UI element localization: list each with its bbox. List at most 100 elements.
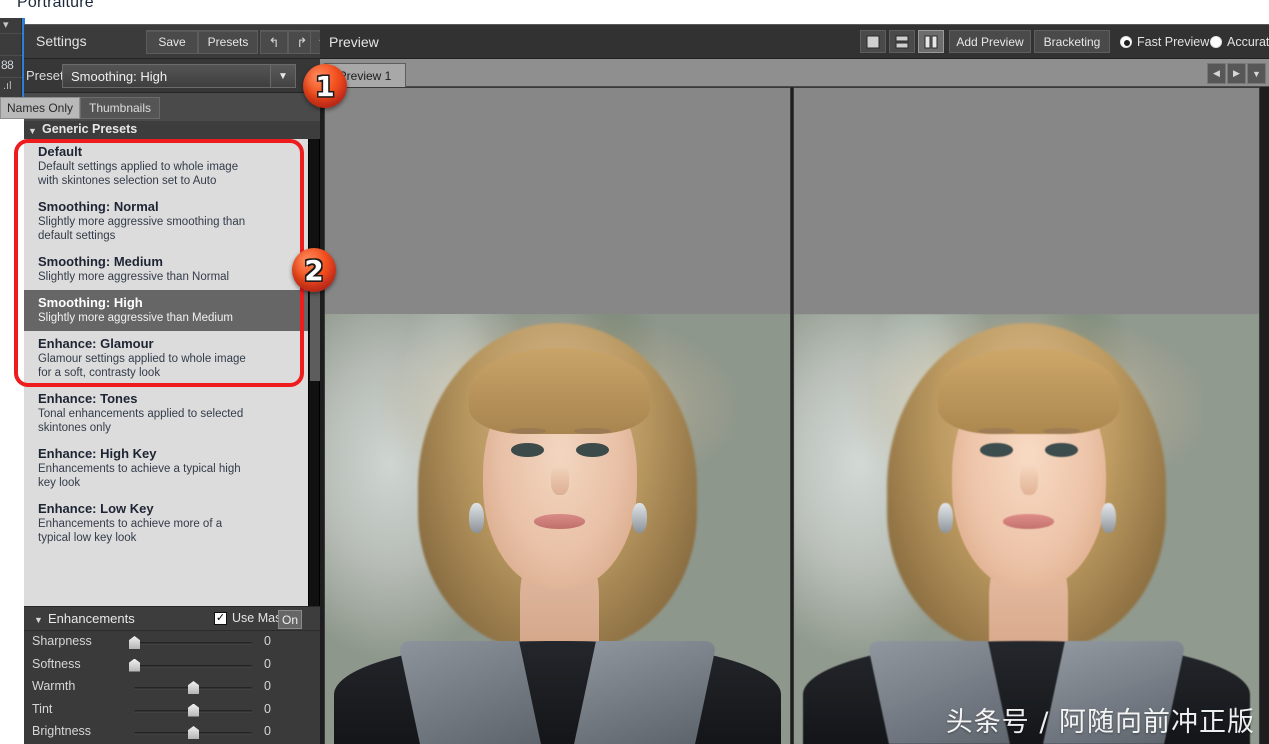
- preset-list-item[interactable]: Enhance: High Key Enhancements to achieve…: [24, 441, 308, 496]
- slider-knob[interactable]: [188, 703, 199, 717]
- view-mode-single-button[interactable]: [860, 30, 886, 53]
- settings-header: Settings Save Presets ↰ ↱: [24, 25, 320, 59]
- slider-row[interactable]: Tint 0: [24, 699, 320, 722]
- portraiture-plugin-window: Settings Save Presets ↰ ↱ ▼ Preset Smoot…: [0, 24, 1269, 744]
- slider-label: Sharpness: [32, 634, 92, 648]
- slider-label: Softness: [32, 656, 81, 671]
- triangle-down-icon: ▼: [1252, 68, 1261, 79]
- slider-label: Tint: [32, 701, 53, 716]
- preview-column: Preview Add Preview Bracketing Fast Prev…: [320, 25, 1269, 744]
- slider-row[interactable]: Brightness 0: [24, 721, 320, 744]
- view-mode-split-button[interactable]: [918, 30, 944, 53]
- portrait-photo: [325, 314, 790, 744]
- scrollbar-thumb[interactable]: [310, 287, 320, 381]
- triangle-down-icon: ▼: [28, 126, 37, 136]
- undo-button[interactable]: ↰: [260, 30, 288, 54]
- generic-presets-group-header[interactable]: ▼ Generic Presets: [24, 121, 320, 139]
- preset-name: Enhance: Low Key: [38, 501, 154, 516]
- host-app-title: Portraiture: [17, 0, 94, 11]
- preview-tab-prev-button[interactable]: ◀: [1207, 63, 1226, 84]
- host-strip-dots-icon: .ıl: [3, 80, 12, 92]
- checkmark-icon: ✓: [215, 612, 226, 624]
- enhancements-on-toggle[interactable]: On: [278, 610, 302, 629]
- fast-preview-label: Fast Preview: [1137, 35, 1210, 49]
- preset-name: Enhance: High Key: [38, 446, 157, 461]
- slider-track[interactable]: [134, 642, 252, 645]
- host-strip-number: 88: [1, 58, 14, 72]
- earring-left: [469, 503, 485, 534]
- eye-right: [576, 443, 609, 457]
- preset-list-scrollbar[interactable]: [308, 139, 320, 606]
- preset-list-item[interactable]: Smoothing: Normal Slightly more aggressiv…: [24, 194, 308, 249]
- chevron-down-icon: ▾: [3, 19, 9, 31]
- presets-button[interactable]: Presets: [198, 30, 258, 54]
- preset-list-item[interactable]: Enhance: Glamour Glamour settings applied…: [24, 331, 308, 386]
- preset-list-item[interactable]: Enhance: Low Key Enhancements to achieve …: [24, 496, 308, 551]
- hair-fringe: [469, 348, 651, 435]
- add-preview-button[interactable]: Add Preview: [949, 30, 1031, 53]
- slider-value: 0: [264, 656, 271, 671]
- slider-label: Brightness: [32, 724, 92, 738]
- slider-knob[interactable]: [129, 636, 140, 649]
- original-image: [325, 314, 790, 744]
- tab-names-only[interactable]: Names Only: [0, 97, 80, 119]
- slider-knob[interactable]: [129, 658, 140, 672]
- preset-list-item[interactable]: Enhance: Tones Tonal enhancements applied…: [24, 386, 308, 441]
- preset-list-item[interactable]: Smoothing: High Slightly more aggressive …: [24, 290, 308, 331]
- enhancements-header[interactable]: ▼ Enhancements ✓ Use Mask On: [24, 607, 320, 631]
- view-mode-stacked-button[interactable]: [889, 30, 915, 53]
- slider-row[interactable]: Sharpness 0: [24, 631, 320, 654]
- preset-dropdown-arrow-button[interactable]: ▼: [270, 64, 296, 88]
- eyebrow-left: [508, 427, 546, 434]
- accurate-option[interactable]: Accurate: [1210, 35, 1269, 49]
- use-mask-checkbox[interactable]: ✓: [214, 612, 227, 625]
- preset-name: Smoothing: High: [38, 295, 143, 310]
- slider-knob[interactable]: [188, 726, 199, 739]
- preset-name: Smoothing: Normal: [38, 199, 159, 214]
- triangle-right-icon: ▶: [1233, 68, 1240, 78]
- slider-knob[interactable]: [188, 681, 199, 694]
- preview-tab-menu-button[interactable]: ▼: [1247, 63, 1266, 84]
- preview-pane-original[interactable]: [324, 87, 791, 744]
- preview-pane-processed[interactable]: [793, 87, 1260, 744]
- eyebrow-right: [1042, 427, 1080, 434]
- eyebrow-left: [977, 427, 1015, 434]
- radio-button-icon: [1120, 36, 1132, 48]
- preset-description: Enhancements to achieve more of a typica…: [38, 518, 223, 544]
- preview-panes: 头条号 / 阿随向前冲正版: [320, 87, 1269, 744]
- eye-left: [511, 443, 544, 457]
- collar-right: [574, 640, 718, 744]
- preset-list-item[interactable]: Smoothing: Medium Slightly more aggressiv…: [24, 249, 308, 290]
- stacked-panes-icon: [895, 35, 909, 48]
- preset-dropdown[interactable]: Smoothing: High: [62, 64, 294, 88]
- lips: [1003, 513, 1055, 529]
- slider-value: 0: [264, 679, 271, 693]
- tab-thumbnails[interactable]: Thumbnails: [80, 97, 160, 119]
- triangle-left-icon: ◀: [1213, 68, 1220, 78]
- bracketing-button[interactable]: Bracketing: [1034, 30, 1110, 53]
- processed-image: [794, 314, 1259, 744]
- preset-name: Default: [38, 144, 83, 159]
- triangle-down-icon: ▼: [34, 615, 43, 625]
- enhancements-panel: ▼ Enhancements ✓ Use Mask On Sharpness 0 S…: [24, 606, 320, 744]
- watermark-text: 头条号 / 阿随向前冲正版: [945, 707, 1255, 738]
- hair-fringe: [938, 348, 1120, 435]
- screenshot-root: Portraiture ▾ 88 .ıl Settings Save Prese…: [0, 0, 1269, 744]
- slider-row[interactable]: Softness 0: [24, 654, 320, 677]
- preset-description: Default settings applied to whole image …: [38, 161, 239, 187]
- slider-track[interactable]: [134, 664, 252, 668]
- slider-row[interactable]: Warmth 0: [24, 676, 320, 699]
- preset-list[interactable]: Default Default settings applied to whole…: [24, 139, 308, 606]
- save-button[interactable]: Save: [146, 30, 198, 54]
- preview-tab-next-button[interactable]: ▶: [1227, 63, 1246, 84]
- earring-right: [1100, 503, 1116, 534]
- preset-description: Glamour settings applied to whole image …: [38, 353, 246, 379]
- lips: [534, 513, 586, 529]
- preset-view-tabs: Names Only Thumbnails: [0, 93, 320, 121]
- preset-name: Smoothing: Medium: [38, 254, 163, 269]
- preset-name: Enhance: Glamour: [38, 336, 154, 351]
- slider-value: 0: [264, 634, 271, 648]
- collar-left: [397, 640, 541, 744]
- preset-list-item[interactable]: Default Default settings applied to whole…: [24, 139, 308, 194]
- fast-preview-option[interactable]: Fast Preview: [1120, 35, 1209, 49]
